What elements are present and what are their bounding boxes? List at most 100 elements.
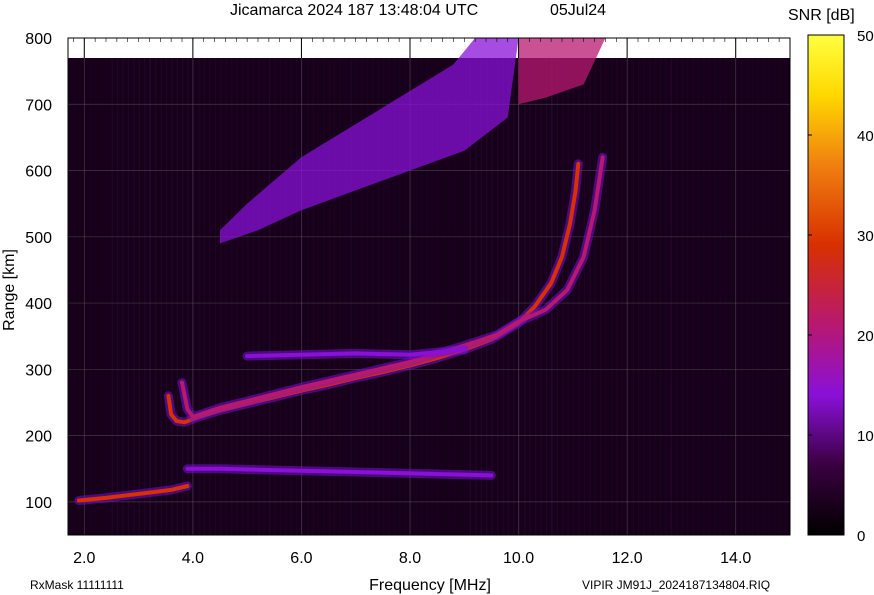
noise-stripe bbox=[274, 58, 276, 535]
noise-stripe bbox=[768, 58, 770, 535]
noise-stripe bbox=[89, 58, 92, 535]
noise-stripe bbox=[334, 58, 336, 535]
noise-stripe bbox=[203, 58, 206, 535]
noise-stripe bbox=[171, 58, 173, 535]
x-tick-label: 12.0 bbox=[612, 550, 643, 567]
noise-stripe bbox=[116, 58, 119, 535]
noise-stripe bbox=[78, 58, 81, 535]
noise-stripe bbox=[692, 58, 694, 535]
x-tick-label: 6.0 bbox=[290, 550, 312, 567]
noise-stripe bbox=[719, 58, 721, 535]
x-tick-label: 4.0 bbox=[182, 550, 204, 567]
colorbar-tick-label: 20 bbox=[857, 328, 874, 345]
noise-stripe bbox=[670, 58, 673, 535]
noise-stripe bbox=[122, 58, 124, 535]
noise-stripe bbox=[697, 58, 700, 535]
noise-stripe bbox=[610, 58, 613, 535]
noise-stripe bbox=[247, 58, 249, 535]
y-tick-label: 200 bbox=[25, 429, 52, 446]
noise-stripe bbox=[724, 58, 727, 535]
noise-stripe bbox=[529, 58, 531, 535]
noise-stripe bbox=[594, 58, 597, 535]
colorbar-tick-label: 30 bbox=[857, 228, 874, 245]
noise-stripe bbox=[654, 58, 656, 535]
noise-stripe bbox=[236, 58, 238, 535]
noise-stripe bbox=[100, 58, 103, 535]
colorbar-label: SNR [dB] bbox=[788, 7, 855, 24]
noise-stripe bbox=[214, 58, 217, 535]
noise-stripe bbox=[600, 58, 602, 535]
noise-stripe bbox=[290, 58, 293, 535]
noise-stripe bbox=[182, 58, 184, 535]
noise-stripe bbox=[165, 58, 168, 535]
noise-stripe bbox=[198, 58, 200, 535]
noise-stripe bbox=[339, 58, 341, 535]
noise-stripe bbox=[176, 58, 179, 535]
noise-stripe bbox=[106, 58, 108, 535]
noise-stripe bbox=[676, 58, 678, 535]
noise-stripe bbox=[534, 58, 537, 535]
x-tick-label: 14.0 bbox=[720, 550, 751, 567]
noise-stripe bbox=[127, 58, 130, 535]
noise-stripe bbox=[502, 58, 504, 535]
noise-stripe bbox=[686, 58, 689, 535]
chart-title: Jicamarca 2024 187 13:48:04 UTC bbox=[230, 2, 478, 19]
noise-stripe bbox=[616, 58, 618, 535]
file-label: VIPIR JM91J_2024187134804.RIQ bbox=[582, 578, 770, 592]
noise-stripe bbox=[95, 58, 97, 535]
noise-stripe bbox=[681, 58, 683, 535]
noise-stripe bbox=[703, 58, 705, 535]
noise-stripe bbox=[648, 58, 651, 535]
y-tick-label: 400 bbox=[25, 296, 52, 313]
noise-stripe bbox=[328, 58, 331, 535]
noise-stripe bbox=[496, 58, 499, 535]
colorbar-tick-label: 0 bbox=[857, 528, 865, 545]
noise-stripe bbox=[187, 58, 189, 535]
noise-stripe bbox=[638, 58, 640, 535]
noise-stripe bbox=[160, 58, 162, 535]
y-tick-label: 500 bbox=[25, 230, 52, 247]
colorbar bbox=[807, 34, 845, 536]
noise-stripe bbox=[632, 58, 635, 535]
noise-stripe bbox=[220, 58, 222, 535]
noise-stripe bbox=[524, 58, 526, 535]
rxmask-label: RxMask 11111111 bbox=[30, 578, 124, 592]
noise-stripe bbox=[144, 58, 146, 535]
noise-stripe bbox=[741, 58, 743, 535]
noise-stripe bbox=[551, 58, 553, 535]
ionogram-chart: 2.0 4.0 6.0 8.0 10.0 12.0 14.0 100200300400500… bbox=[1, 2, 874, 594]
noise-stripe bbox=[133, 58, 135, 535]
noise-stripe bbox=[513, 58, 515, 535]
noise-stripe bbox=[230, 58, 233, 535]
noise-stripe bbox=[258, 58, 260, 535]
noise-stripe bbox=[252, 58, 255, 535]
noise-stripe bbox=[708, 58, 711, 535]
noise-stripe bbox=[583, 58, 586, 535]
noise-stripe bbox=[752, 58, 754, 535]
noise-stripe bbox=[779, 58, 781, 535]
noise-stripe bbox=[312, 58, 314, 535]
x-tick-label: 8.0 bbox=[399, 550, 421, 567]
noise-stripe bbox=[605, 58, 607, 535]
y-tick-label: 600 bbox=[25, 164, 52, 181]
y-axis-label: Range [km] bbox=[1, 249, 18, 331]
x-tick-label: 10.0 bbox=[503, 550, 534, 567]
y-tick-label: 100 bbox=[25, 495, 52, 512]
noise-stripe bbox=[643, 58, 645, 535]
y-tick-label: 300 bbox=[25, 362, 52, 379]
y-tick-label: 700 bbox=[25, 97, 52, 114]
noise-stripe bbox=[665, 58, 667, 535]
noise-stripe bbox=[138, 58, 141, 535]
noise-stripe bbox=[268, 58, 271, 535]
noise-stripe bbox=[323, 58, 325, 535]
noise-stripe bbox=[225, 58, 227, 535]
noise-stripe bbox=[507, 58, 510, 535]
colorbar-tick-label: 40 bbox=[857, 128, 874, 145]
noise-stripe bbox=[73, 58, 75, 535]
noise-stripe bbox=[784, 58, 787, 535]
noise-stripe bbox=[572, 58, 575, 535]
noise-stripe bbox=[111, 58, 113, 535]
noise-stripe bbox=[285, 58, 287, 535]
colorbar-tick-label: 10 bbox=[857, 428, 874, 445]
noise-stripe bbox=[279, 58, 282, 535]
